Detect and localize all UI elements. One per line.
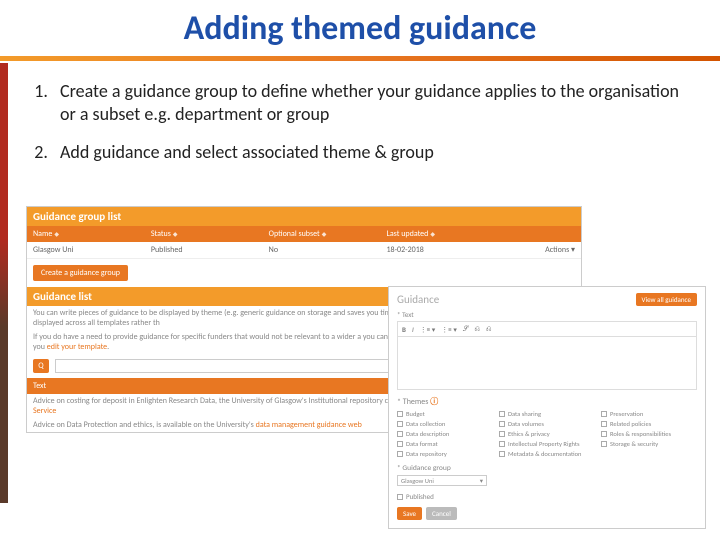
checkbox[interactable] <box>499 451 505 457</box>
cell-status: Published <box>151 245 269 255</box>
checkbox[interactable] <box>601 441 607 447</box>
theme-label: Data collection <box>406 420 445 428</box>
checkbox[interactable] <box>397 421 403 427</box>
screenshot-guidance-editor: Guidance View all guidance * Text B I ⋮≡… <box>388 286 706 529</box>
bold-icon[interactable]: B <box>402 325 406 334</box>
step-2: Add guidance and select associated theme… <box>52 141 698 164</box>
published-label: Published <box>406 492 434 501</box>
theme-label: Storage & security <box>610 440 658 448</box>
col-updated[interactable]: Last updated <box>386 229 428 239</box>
editor-toolbar: B I ⋮≡ ▾ ⋮≡ ▾ 𝒮 ⎌ ⎌ <box>397 321 697 336</box>
sort-icon[interactable]: ◆ <box>322 230 327 238</box>
checkbox[interactable] <box>499 431 505 437</box>
guidance-group-label: * Guidance group <box>397 464 697 473</box>
save-button[interactable]: Save <box>397 507 422 520</box>
theme-label: Data sharing <box>508 410 541 418</box>
accent-left-bar <box>0 63 8 503</box>
theme-label: Metadata & documentation <box>508 450 581 458</box>
theme-label: Data format <box>406 440 438 448</box>
guidance-group-list-header: Guidance group list <box>27 207 581 226</box>
themes-label: * Themes ⓘ <box>397 396 697 407</box>
info-icon[interactable]: ⓘ <box>430 397 438 407</box>
col-name[interactable]: Name <box>33 229 52 239</box>
sort-icon[interactable]: ◆ <box>173 230 178 238</box>
checkbox[interactable] <box>601 411 607 417</box>
checkbox[interactable] <box>499 441 505 447</box>
theme-label: Data description <box>406 430 449 438</box>
checkbox[interactable] <box>397 411 403 417</box>
cell-name: Glasgow Uni <box>33 245 151 255</box>
guidance-text-editor[interactable] <box>397 336 697 390</box>
theme-label: Related policies <box>610 420 651 428</box>
checkbox[interactable] <box>499 421 505 427</box>
col-status[interactable]: Status <box>151 229 171 239</box>
edit-template-link[interactable]: edit your template <box>47 342 107 352</box>
slide-steps: Create a guidance group to define whethe… <box>28 80 698 178</box>
view-all-guidance-button[interactable]: View all guidance <box>636 293 698 306</box>
checkbox[interactable] <box>397 451 403 457</box>
text-field-label: * Text <box>397 310 697 319</box>
guidance-group-select[interactable]: Glasgow Uni▾ <box>397 475 487 486</box>
undo-icon[interactable]: ⎌ <box>474 324 480 334</box>
redo-icon[interactable]: ⎌ <box>486 324 492 334</box>
search-icon[interactable]: Q <box>33 359 49 373</box>
theme-label: Roles & responsibilities <box>610 430 671 438</box>
checkbox[interactable] <box>397 441 403 447</box>
row-actions[interactable]: Actions ▾ <box>504 245 575 255</box>
sort-icon[interactable]: ◆ <box>54 230 59 238</box>
cancel-button[interactable]: Cancel <box>426 507 457 520</box>
sort-icon[interactable]: ◆ <box>430 230 435 238</box>
create-guidance-group-button[interactable]: Create a guidance group <box>33 265 128 281</box>
dm-guidance-link[interactable]: data management guidance web <box>256 420 362 430</box>
cell-subset: No <box>269 245 387 255</box>
slide-title: Adding themed guidance <box>0 8 720 49</box>
theme-label: Ethics & privacy <box>508 430 550 438</box>
table-row: Glasgow Uni Published No 18-02-2018 Acti… <box>27 242 581 259</box>
themes-checkbox-grid: Budget Data sharing Preservation Data co… <box>397 410 697 458</box>
checkbox[interactable] <box>601 431 607 437</box>
guidance-editor-title: Guidance <box>397 293 439 306</box>
theme-label: Budget <box>406 410 425 418</box>
checkbox[interactable] <box>601 421 607 427</box>
italic-icon[interactable]: I <box>412 325 414 334</box>
checkbox[interactable] <box>397 431 403 437</box>
published-checkbox[interactable] <box>397 494 403 500</box>
chevron-down-icon: ▾ <box>480 477 483 485</box>
guidance-group-table-head: Name◆ Status◆ Optional subset◆ Last upda… <box>27 226 581 242</box>
theme-label: Intellectual Property Rights <box>508 440 580 448</box>
accent-top-bar <box>0 56 720 61</box>
cell-updated: 18-02-2018 <box>386 245 504 255</box>
col-subset[interactable]: Optional subset <box>269 229 320 239</box>
theme-label: Preservation <box>610 410 643 418</box>
list-ul-icon[interactable]: ⋮≡ ▾ <box>420 325 436 334</box>
step-1: Create a guidance group to define whethe… <box>52 80 698 127</box>
theme-label: Data volumes <box>508 420 544 428</box>
list-ol-icon[interactable]: ⋮≡ ▾ <box>441 325 457 334</box>
checkbox[interactable] <box>499 411 505 417</box>
theme-label: Data repository <box>406 450 447 458</box>
link-icon[interactable]: 𝒮 <box>463 324 468 334</box>
